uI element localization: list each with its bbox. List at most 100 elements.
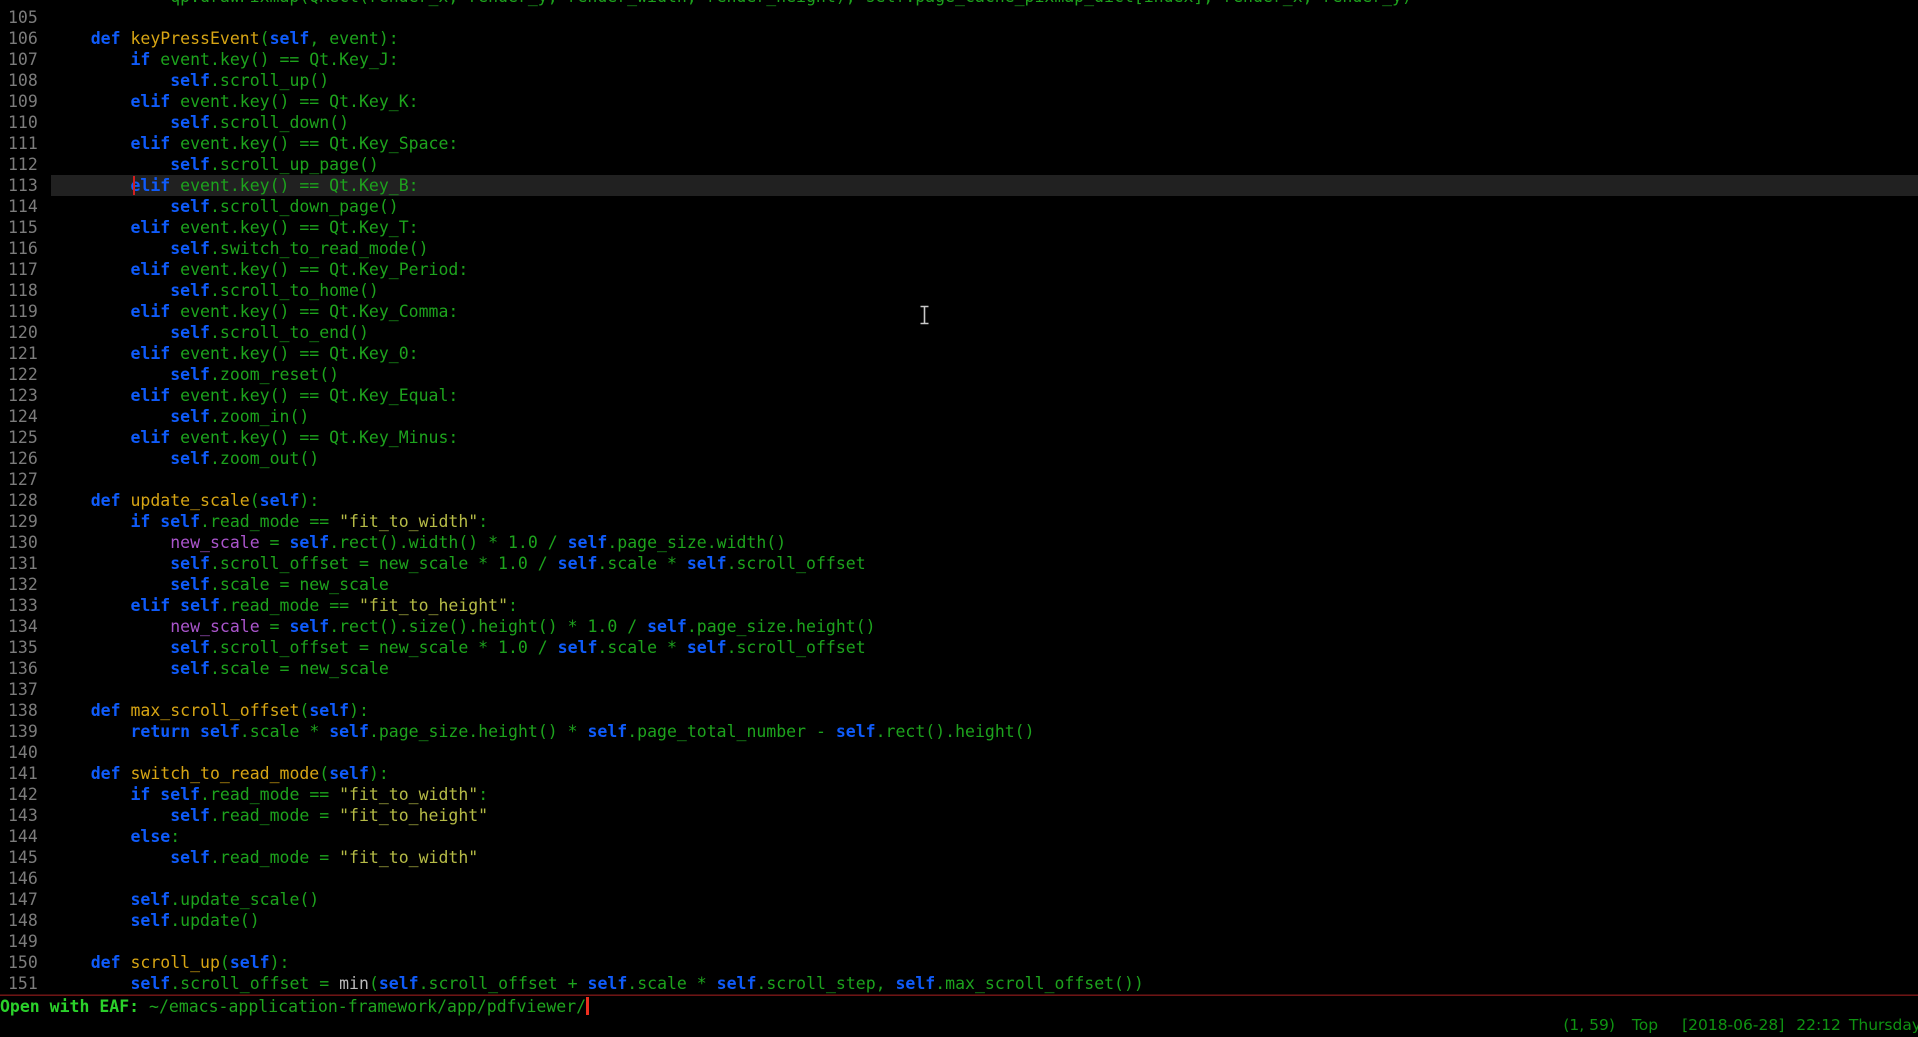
code-text[interactable]: elif event.key() == Qt.Key_0: [51,343,1918,364]
code-text[interactable]: new_scale = self.rect().width() * 1.0 / … [51,532,1918,553]
code-text[interactable]: self.scroll_offset = min(self.scroll_off… [51,973,1918,994]
code-text[interactable]: self.scroll_down_page() [51,196,1918,217]
code-line-105[interactable]: 105 [0,7,1918,28]
code-text[interactable]: elif self.read_mode == "fit_to_height": [51,595,1918,616]
code-line-109[interactable]: 109 elif event.key() == Qt.Key_K: [0,91,1918,112]
code-text[interactable]: elif event.key() == Qt.Key_K: [51,91,1918,112]
code-text[interactable]: self.scroll_offset = new_scale * 1.0 / s… [51,637,1918,658]
code-line-132[interactable]: 132 self.scale = new_scale [0,574,1918,595]
code-line-134[interactable]: 134 new_scale = self.rect().size().heigh… [0,616,1918,637]
code-line-116[interactable]: 116 self.switch_to_read_mode() [0,238,1918,259]
code-line-126[interactable]: 126 self.zoom_out() [0,448,1918,469]
code-editor[interactable]: qp.drawPixmap(QRect(render_x, render_y, … [0,0,1918,994]
code-text[interactable]: self.read_mode = "fit_to_height" [51,805,1918,826]
code-text[interactable]: else: [51,826,1918,847]
code-text[interactable]: self.scroll_up_page() [51,154,1918,175]
code-text[interactable]: return self.scale * self.page_size.heigh… [51,721,1918,742]
code-text[interactable]: self.update() [51,910,1918,931]
code-line-133[interactable]: 133 elif self.read_mode == "fit_to_heigh… [0,595,1918,616]
code-line-140[interactable]: 140 [0,742,1918,763]
code-text[interactable]: elif event.key() == Qt.Key_Minus: [51,427,1918,448]
code-line-106[interactable]: 106 def keyPressEvent(self, event): [0,28,1918,49]
code-line-137[interactable]: 137 [0,679,1918,700]
code-text[interactable]: def switch_to_read_mode(self): [51,763,1918,784]
code-text[interactable] [51,931,1918,952]
text-cursor [586,997,589,1015]
code-text[interactable]: if self.read_mode == "fit_to_width": [51,511,1918,532]
code-text[interactable]: self.scale = new_scale [51,658,1918,679]
code-line-108[interactable]: 108 self.scroll_up() [0,70,1918,91]
code-text[interactable]: self.scroll_offset = new_scale * 1.0 / s… [51,553,1918,574]
code-text[interactable]: elif event.key() == Qt.Key_Comma: [51,301,1918,322]
code-text[interactable]: self.update_scale() [51,889,1918,910]
code-text[interactable]: def scroll_up(self): [51,952,1918,973]
code-text[interactable]: def keyPressEvent(self, event): [51,28,1918,49]
code-line-150[interactable]: 150 def scroll_up(self): [0,952,1918,973]
code-text[interactable]: elif event.key() == Qt.Key_T: [51,217,1918,238]
minibuffer[interactable]: Open with EAF: ~/emacs-application-frame… [0,996,1918,1037]
code-line-122[interactable]: 122 self.zoom_reset() [0,364,1918,385]
code-text[interactable]: self.scroll_to_end() [51,322,1918,343]
code-line-110[interactable]: 110 self.scroll_down() [0,112,1918,133]
code-line-111[interactable]: 111 elif event.key() == Qt.Key_Space: [0,133,1918,154]
code-line-123[interactable]: 123 elif event.key() == Qt.Key_Equal: [0,385,1918,406]
code-line-145[interactable]: 145 self.read_mode = "fit_to_width" [0,847,1918,868]
code-text[interactable]: elif event.key() == Qt.Key_Period: [51,259,1918,280]
code-line-125[interactable]: 125 elif event.key() == Qt.Key_Minus: [0,427,1918,448]
code-text[interactable]: self.read_mode = "fit_to_width" [51,847,1918,868]
code-line-148[interactable]: 148 self.update() [0,910,1918,931]
code-line-120[interactable]: 120 self.scroll_to_end() [0,322,1918,343]
code-text[interactable]: elif event.key() == Qt.Key_Space: [51,133,1918,154]
code-line-130[interactable]: 130 new_scale = self.rect().width() * 1.… [0,532,1918,553]
code-line-121[interactable]: 121 elif event.key() == Qt.Key_0: [0,343,1918,364]
code-text[interactable]: if event.key() == Qt.Key_J: [51,49,1918,70]
code-line-146[interactable]: 146 [0,868,1918,889]
code-text[interactable]: self.zoom_out() [51,448,1918,469]
code-text[interactable]: def update_scale(self): [51,490,1918,511]
code-line-138[interactable]: 138 def max_scroll_offset(self): [0,700,1918,721]
code-line-107[interactable]: 107 if event.key() == Qt.Key_J: [0,49,1918,70]
code-text[interactable]: self.scale = new_scale [51,574,1918,595]
code-text[interactable]: self.scroll_down() [51,112,1918,133]
code-text[interactable] [51,469,1918,490]
code-text[interactable]: self.switch_to_read_mode() [51,238,1918,259]
code-text[interactable]: if self.read_mode == "fit_to_width": [51,784,1918,805]
code-line-141[interactable]: 141 def switch_to_read_mode(self): [0,763,1918,784]
code-text[interactable]: self.zoom_in() [51,406,1918,427]
code-line-118[interactable]: 118 self.scroll_to_home() [0,280,1918,301]
code-text[interactable]: new_scale = self.rect().size().height() … [51,616,1918,637]
code-text[interactable] [51,742,1918,763]
minibuffer-prompt-row[interactable]: Open with EAF: ~/emacs-application-frame… [0,996,1918,1017]
code-line-127[interactable]: 127 [0,469,1918,490]
code-line-142[interactable]: 142 if self.read_mode == "fit_to_width": [0,784,1918,805]
code-text[interactable] [51,7,1918,28]
code-line-139[interactable]: 139 return self.scale * self.page_size.h… [0,721,1918,742]
code-line-143[interactable]: 143 self.read_mode = "fit_to_height" [0,805,1918,826]
code-text[interactable]: self.zoom_reset() [51,364,1918,385]
code-line-115[interactable]: 115 elif event.key() == Qt.Key_T: [0,217,1918,238]
code-line-129[interactable]: 129 if self.read_mode == "fit_to_width": [0,511,1918,532]
code-line-147[interactable]: 147 self.update_scale() [0,889,1918,910]
code-line-119[interactable]: 119 elif event.key() == Qt.Key_Comma: [0,301,1918,322]
minibuffer-input[interactable]: ~/emacs-application-framework/app/pdfvie… [149,997,586,1016]
code-text[interactable] [51,868,1918,889]
code-line-135[interactable]: 135 self.scroll_offset = new_scale * 1.0… [0,637,1918,658]
code-line-117[interactable]: 117 elif event.key() == Qt.Key_Period: [0,259,1918,280]
code-line-128[interactable]: 128 def update_scale(self): [0,490,1918,511]
code-text[interactable]: elif event.key() == Qt.Key_Equal: [51,385,1918,406]
code-line-112[interactable]: 112 self.scroll_up_page() [0,154,1918,175]
code-text[interactable]: elif event.key() == Qt.Key_B: [51,175,1918,196]
code-line-151[interactable]: 151 self.scroll_offset = min(self.scroll… [0,973,1918,994]
code-text[interactable]: def max_scroll_offset(self): [51,700,1918,721]
code-line-149[interactable]: 149 [0,931,1918,952]
code-line-124[interactable]: 124 self.zoom_in() [0,406,1918,427]
code-line-114[interactable]: 114 self.scroll_down_page() [0,196,1918,217]
code-text[interactable]: self.scroll_up() [51,70,1918,91]
line-number: 136 [0,658,51,679]
code-line-131[interactable]: 131 self.scroll_offset = new_scale * 1.0… [0,553,1918,574]
code-text[interactable] [51,679,1918,700]
code-line-144[interactable]: 144 else: [0,826,1918,847]
code-text[interactable]: self.scroll_to_home() [51,280,1918,301]
code-line-113[interactable]: 113 elif event.key() == Qt.Key_B: [0,175,1918,196]
code-line-136[interactable]: 136 self.scale = new_scale [0,658,1918,679]
